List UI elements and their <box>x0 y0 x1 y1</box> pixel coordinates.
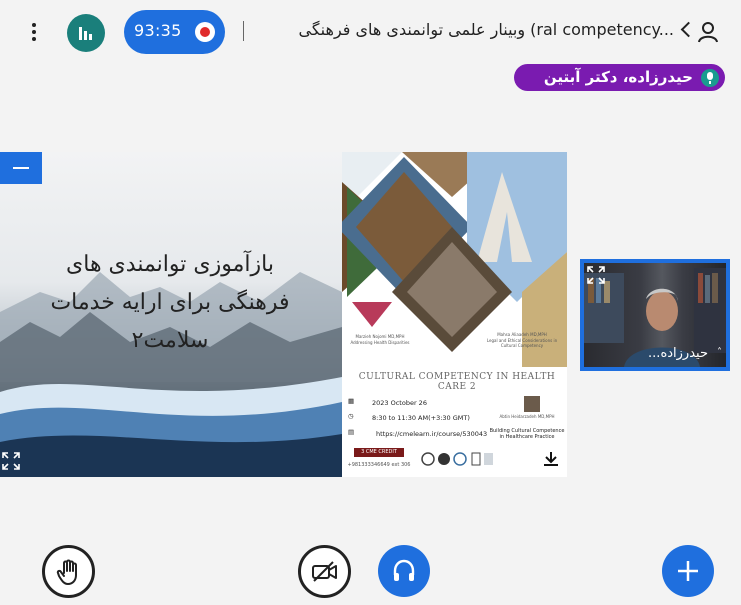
raise-hand-button[interactable] <box>42 545 95 598</box>
fullscreen-icon[interactable] <box>2 452 20 470</box>
event-poster: Marzieh Nojomi MD,MPH Addressing Health … <box>342 152 567 477</box>
cme-credit-badge: 3 CME CREDIT <box>354 448 404 457</box>
slide-title-line: سلامت۲ <box>131 328 209 353</box>
speaker3-photo <box>524 396 540 412</box>
event-date: 2023 October 26 <box>372 399 427 407</box>
more-options-icon[interactable] <box>24 20 44 46</box>
headphones-icon <box>393 559 415 581</box>
event-time: 8:30 to 11:30 AM(+3:30 GMT) <box>372 414 470 422</box>
speaker1-topic: Addressing Health Disparities <box>350 340 410 345</box>
clock-icon: ◷ <box>348 412 354 420</box>
camera-toggle-button[interactable] <box>298 545 351 598</box>
fullscreen-icon[interactable] <box>587 266 605 284</box>
slide-title: بازآموزی توانمندی های فرهنگی برای ارایه … <box>20 246 320 360</box>
speaker2-topic: Legal and Ethical Considerations in Cult… <box>486 338 558 348</box>
speaker1-name: Marzieh Nojomi MD,MPH <box>355 334 405 339</box>
camera-off-icon <box>312 561 337 582</box>
presentation-area: بازآموزی توانمندی های فرهنگی برای ارایه … <box>0 152 567 477</box>
link-icon: ▤ <box>348 428 355 436</box>
actions-button[interactable] <box>662 545 714 597</box>
recording-timer: 93:35 <box>134 21 182 40</box>
event-url: https://cmelearn.ir/course/530043 <box>376 430 488 438</box>
sponsor-logos <box>421 452 493 466</box>
hand-icon <box>56 559 77 585</box>
meeting-title: وبینار علمی توانمندی های فرهنگی (ral com… <box>298 20 675 39</box>
chevron-left-icon[interactable] <box>680 21 697 38</box>
user-icon[interactable] <box>697 21 719 43</box>
record-icon <box>195 22 215 42</box>
poster-heading: CULTURAL COMPETENCY IN HEALTH CARE 2 <box>358 372 556 392</box>
microphone-icon <box>701 69 719 87</box>
slide-title-line: بازآموزی توانمندی های <box>66 252 274 277</box>
calendar-icon: ▦ <box>348 397 355 405</box>
audio-button[interactable] <box>378 545 430 597</box>
speaker3-name: Abtin Heidarzadeh MD,MPH <box>499 414 555 419</box>
download-icon[interactable] <box>542 450 560 468</box>
speaker3-topic: Building Cultural Competence in Healthca… <box>489 428 565 440</box>
participant-video-tile[interactable]: حیدرزاده... ˄ <box>580 259 730 371</box>
plus-icon <box>678 561 698 581</box>
chevron-up-icon[interactable]: ˄ <box>717 347 722 358</box>
active-speaker-name: حیدرزاده، دکتر آبتین <box>543 68 693 86</box>
bar-chart-icon <box>79 27 92 40</box>
minimize-presentation-button[interactable] <box>0 152 42 184</box>
participant-name: حیدرزاده... <box>648 346 708 361</box>
active-speaker-badge: حیدرزاده، دکتر آبتین <box>514 64 725 91</box>
slide-title-line: فرهنگی برای ارایه خدمات <box>50 290 290 315</box>
slide-title-panel: بازآموزی توانمندی های فرهنگی برای ارایه … <box>0 152 342 477</box>
stats-button[interactable] <box>67 14 105 52</box>
speaker2-name: Mahsa Aliaadeh MD,MPH <box>497 332 547 337</box>
contact-phone: +981333346649 ext 306 <box>347 462 411 468</box>
divider <box>243 21 244 41</box>
recording-indicator[interactable]: 93:35 <box>124 10 225 54</box>
